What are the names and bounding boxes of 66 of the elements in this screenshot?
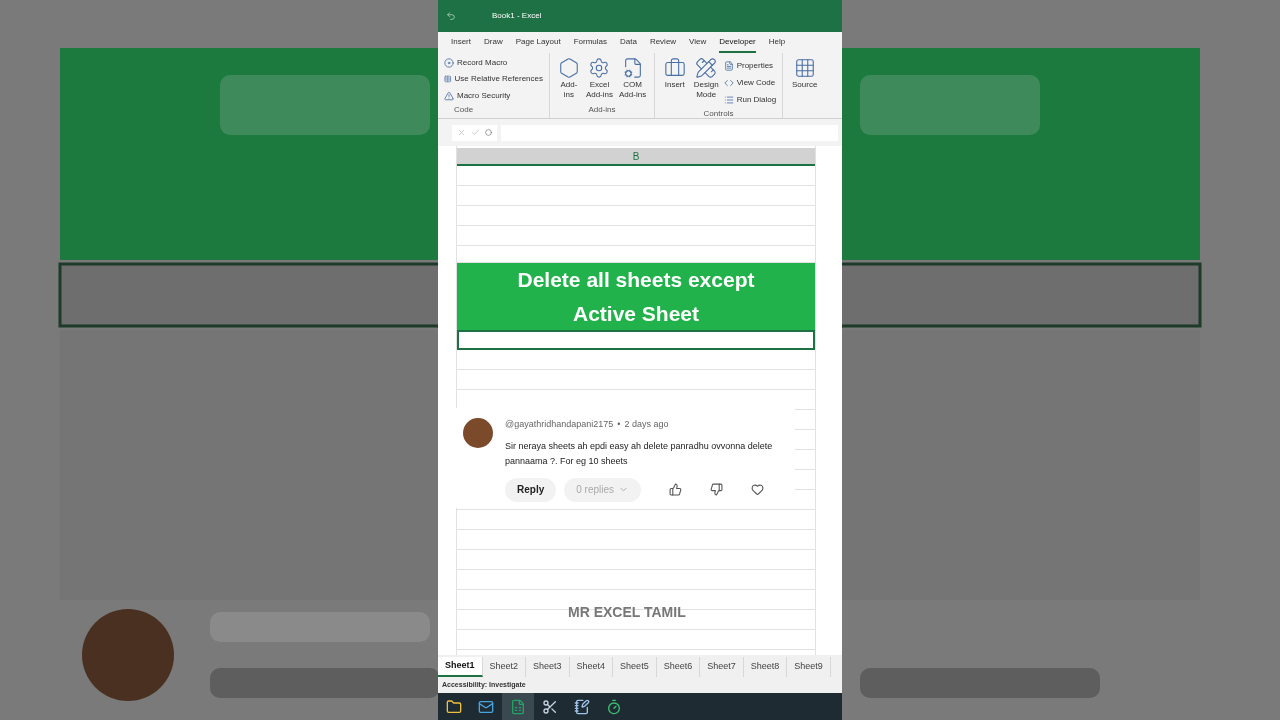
- warning-icon: [444, 90, 454, 101]
- reply-button[interactable]: Reply: [505, 477, 557, 502]
- heart-icon[interactable]: [751, 483, 765, 496]
- ribbon-button[interactable]: Design Mode: [690, 57, 722, 108]
- ribbon-tab[interactable]: Help: [768, 32, 786, 53]
- ribbon-tab[interactable]: Draw: [484, 32, 503, 53]
- sheet-tab[interactable]: Sheet6: [656, 656, 701, 677]
- selected-cell[interactable]: [457, 330, 815, 350]
- group-label: Controls: [703, 108, 734, 120]
- ribbon-tab[interactable]: Data: [619, 32, 637, 53]
- ribbon-button[interactable]: Add- ins: [554, 57, 583, 100]
- check-icon: [471, 128, 480, 137]
- hexagon-icon: [557, 57, 580, 79]
- ribbon-button[interactable]: Record Macro: [444, 55, 543, 72]
- sheet-tab[interactable]: Sheet2: [482, 656, 527, 677]
- ribbon-button[interactable]: Excel Add-ins: [582, 57, 616, 100]
- toolbox-icon: [663, 57, 686, 79]
- channel-label: MR EXCEL TAMIL: [568, 603, 686, 622]
- ribbon-button[interactable]: Insert: [660, 57, 689, 108]
- list-icon: [723, 94, 734, 105]
- sheet-tab[interactable]: Sheet9: [787, 656, 831, 677]
- separator-dot: •: [617, 418, 621, 431]
- properties-icon: [723, 60, 734, 71]
- ribbon-button[interactable]: COM Add-ins: [616, 57, 650, 100]
- ribbon-button[interactable]: Use Relative References: [444, 71, 543, 88]
- sheet-tab[interactable]: Sheet7: [700, 656, 744, 677]
- like-icon[interactable]: [669, 483, 683, 496]
- ribbon-button[interactable]: View Code: [723, 74, 777, 91]
- folder-icon: [446, 698, 462, 715]
- scissors-icon: [542, 698, 558, 715]
- sheet-tab[interactable]: Sheet4: [569, 656, 614, 677]
- ribbon-tab[interactable]: Insert: [451, 32, 471, 53]
- ribbon-button[interactable]: Properties: [723, 57, 777, 74]
- window-title: Book1 - Excel: [492, 10, 542, 22]
- spreadsheet-icon: [510, 698, 526, 715]
- ribbon-tab[interactable]: Page Layout: [515, 32, 561, 53]
- ribbon-tab[interactable]: Formulas: [573, 32, 607, 53]
- redo-icon: [446, 11, 456, 21]
- ribbon-button[interactable]: Macro Security: [444, 87, 543, 104]
- ribbon-button[interactable]: Source: [789, 57, 821, 118]
- record-icon: [444, 58, 454, 69]
- comment-author[interactable]: @gayathridhandapani2175: [505, 418, 614, 432]
- sheet-tab[interactable]: Sheet8: [743, 656, 788, 677]
- timer-icon: [606, 698, 622, 715]
- table-icon: [444, 74, 452, 85]
- group-label: Add-ins: [588, 104, 616, 116]
- banner-cell: Delete all sheets except Active Sheet: [457, 263, 815, 330]
- ribbon-tab[interactable]: Review: [649, 32, 677, 53]
- ribbon-button[interactable]: Run Dialog: [723, 91, 777, 108]
- sheet-tab[interactable]: Sheet3: [526, 656, 570, 677]
- notepad-icon: [574, 698, 590, 715]
- cancel-icon: [457, 128, 466, 137]
- mail-icon: [478, 698, 494, 715]
- code-icon: [723, 77, 734, 88]
- ribbon-tab[interactable]: View: [689, 32, 707, 53]
- avatar: [463, 418, 493, 448]
- sheet-tab[interactable]: Sheet1: [438, 656, 483, 677]
- dislike-icon[interactable]: [710, 483, 724, 496]
- group-label: Code: [453, 104, 475, 116]
- comment-time: 2 days ago: [624, 418, 669, 431]
- comment-text: Sir neraya sheets ah epdi easy ah delete panradhu ovvonna delete pannaama ?. For eg 10 sheets: [505, 439, 774, 468]
- xml-source-icon: [793, 57, 816, 79]
- column-header[interactable]: B: [457, 148, 815, 166]
- gear-icon: [588, 57, 611, 79]
- ruler-icon: [695, 57, 718, 79]
- sheet-tab[interactable]: Sheet5: [613, 656, 657, 677]
